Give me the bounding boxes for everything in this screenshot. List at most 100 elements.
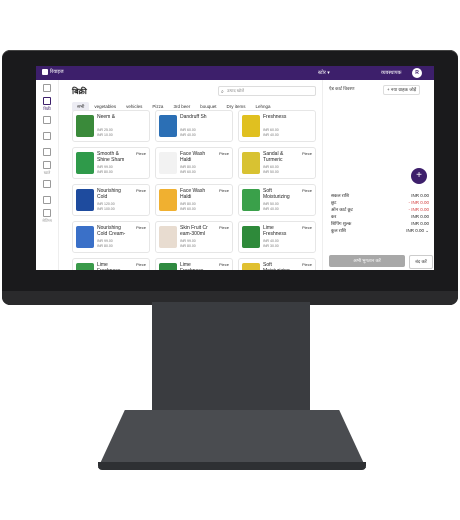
product-unit: Piece: [301, 151, 312, 156]
top-bar: रिवाइज स्टोर ▾ व्यवस्थापक R: [36, 66, 434, 80]
sidebar-item[interactable]: सेटिंग्स: [36, 208, 58, 224]
logo-icon: [42, 69, 48, 75]
product-image: [242, 189, 260, 211]
chart-icon: [43, 147, 51, 156]
product-unit: Piece: [218, 262, 229, 267]
summary-label: कुल राशि: [331, 228, 346, 233]
summary-row: शिपिंग शुल्क INR 0.00: [323, 220, 434, 227]
product-image: [242, 115, 260, 137]
product-price: INR 50.00 INR 40.00: [263, 202, 279, 211]
product-card[interactable]: Lime Freshness Piece INR 40.00 INR 30.00: [238, 221, 316, 253]
product-image: [242, 263, 260, 270]
product-price: INR 80.00 INR 60.00: [180, 165, 196, 174]
summary-row: छूट - INR 0.00: [323, 199, 434, 206]
product-card[interactable]: Dandruff Sh INR 60.00 INR 40.00: [155, 110, 233, 142]
summary-value: - INR 0.00: [408, 200, 429, 205]
main-area: बिक्री ⌕ उत्पाद खोजें सभी vegetables vehic…: [58, 80, 322, 270]
app-logo[interactable]: रिवाइज: [42, 69, 64, 75]
add-customer-button[interactable]: + नया ग्राहक जोड़ें: [383, 85, 421, 95]
stand-base-edge: [98, 462, 366, 470]
tag-icon: [43, 195, 51, 204]
summary-label: छूट: [331, 200, 337, 205]
gear-icon: [43, 179, 51, 188]
box-icon: [43, 131, 51, 140]
cart-summary: सकल राशि INR 0.00 छूट - INR 0.00 ऑन कार्ट छू…: [323, 192, 434, 234]
product-image: [159, 226, 177, 248]
summary-row: ऑन कार्ट छूट - INR 0.00: [323, 206, 434, 213]
sidebar-item[interactable]: [36, 112, 58, 128]
sidebar-item[interactable]: [36, 128, 58, 144]
summary-value: INR 0.00: [411, 221, 429, 226]
summary-row: सकल राशि INR 0.00: [323, 192, 434, 199]
pos-screen: रिवाइज स्टोर ▾ व्यवस्थापक R बिक्री खाते से…: [36, 66, 434, 270]
avatar[interactable]: R: [412, 68, 422, 78]
summary-label: सकल राशि: [331, 193, 350, 198]
product-grid: Neem & INR 25.00 INR 10.00 Dandruff Sh INR …: [72, 110, 322, 270]
product-card[interactable]: Soft MoisturizingPiece: [238, 258, 316, 270]
summary-value: INR 0.00: [411, 193, 429, 198]
stand-neck: [152, 302, 310, 418]
product-price: INR 99.00 INR 80.00: [180, 239, 196, 248]
product-card[interactable]: Neem & INR 25.00 INR 10.00: [72, 110, 150, 142]
sidebar-item[interactable]: खाते: [36, 160, 58, 176]
summary-value: - INR 0.00: [408, 207, 429, 212]
product-image: [76, 263, 94, 270]
summary-label: ऑन कार्ट छूट: [331, 207, 353, 212]
product-image: [159, 115, 177, 137]
pay-now-button[interactable]: अभी भुगतान करें: [329, 255, 405, 267]
product-unit: Piece: [301, 225, 312, 230]
sidebar-item-label: खाते: [43, 169, 51, 175]
search-placeholder: उत्पाद खोजें: [227, 88, 244, 93]
product-unit: Piece: [301, 188, 312, 193]
product-unit: Piece: [135, 225, 146, 230]
sidebar-item[interactable]: [36, 80, 58, 96]
cart-details-button[interactable]: ऐड कार्ट विवरण: [329, 86, 355, 92]
product-card[interactable]: Sandal & Turmeric Piece INR 60.00 INR 50.0…: [238, 147, 316, 179]
product-price: INR 25.00 INR 10.00: [97, 128, 113, 137]
sidebar-item[interactable]: [36, 176, 58, 192]
summary-row: कुल राशि INR 0.00 ⌄: [323, 227, 434, 234]
product-card[interactable]: Face Wash Haldi Piece INR 80.00 INR 60.00: [155, 147, 233, 179]
product-price: INR 99.00 INR 80.00: [97, 239, 113, 248]
store-selector[interactable]: स्टोर ▾: [318, 70, 330, 76]
product-unit: Piece: [218, 225, 229, 230]
product-name: Freshness: [263, 114, 287, 120]
close-button[interactable]: बंद करें: [409, 255, 433, 269]
search-icon: ⌕: [221, 89, 224, 95]
users-icon: [43, 115, 51, 124]
product-price: INR 99.00 INR 80.00: [97, 165, 113, 174]
product-unit: Piece: [218, 151, 229, 156]
cart-icon: [43, 83, 51, 92]
product-price: INR 60.00 INR 40.00: [263, 128, 279, 137]
product-price: INR 120.00 INR 100.00: [97, 202, 115, 211]
product-image: [76, 152, 94, 174]
sidebar-item[interactable]: [36, 144, 58, 160]
product-price: INR 60.00 INR 40.00: [180, 128, 196, 137]
sidebar-item[interactable]: बिक्री: [36, 96, 58, 112]
user-name[interactable]: व्यवस्थापक: [381, 70, 401, 76]
product-image: [159, 263, 177, 270]
product-card[interactable]: Face Wash Haldi Piece INR 80.00 INR 60.00: [155, 184, 233, 216]
summary-row: कर INR 0.00: [323, 213, 434, 220]
product-price: INR 80.00 INR 60.00: [180, 202, 196, 211]
product-card[interactable]: Soft Moisturizing Piece INR 50.00 INR 40.0…: [238, 184, 316, 216]
product-image: [159, 189, 177, 211]
search-input[interactable]: ⌕ उत्पाद खोजें: [218, 86, 316, 96]
product-card[interactable]: Nourishing Cold Cream- Piece INR 99.00 INR…: [72, 221, 150, 253]
product-card[interactable]: Smooth & Shine Sham Piece INR 99.00 INR 80…: [72, 147, 150, 179]
product-card[interactable]: Skin Fruit Cr eam-300ml Piece INR 99.00 IN…: [155, 221, 233, 253]
wallet-icon: [43, 160, 51, 169]
product-unit: Piece: [135, 151, 146, 156]
sidebar-item[interactable]: [36, 192, 58, 208]
product-image: [242, 226, 260, 248]
product-card[interactable]: Freshness INR 60.00 INR 40.00: [238, 110, 316, 142]
product-card[interactable]: Nourishing Cold Piece INR 120.00 INR 100.0…: [72, 184, 150, 216]
product-card[interactable]: Lime FreshnessPiece: [155, 258, 233, 270]
product-image: [76, 115, 94, 137]
product-card[interactable]: Lime FreshnessPiece: [72, 258, 150, 270]
sidebar: बिक्री खाते सेटिंग्स: [36, 80, 59, 270]
sidebar-item-label: सेटिंग्स: [42, 217, 52, 223]
add-item-fab[interactable]: +: [411, 168, 427, 184]
product-image: [159, 152, 177, 174]
product-unit: Piece: [218, 188, 229, 193]
